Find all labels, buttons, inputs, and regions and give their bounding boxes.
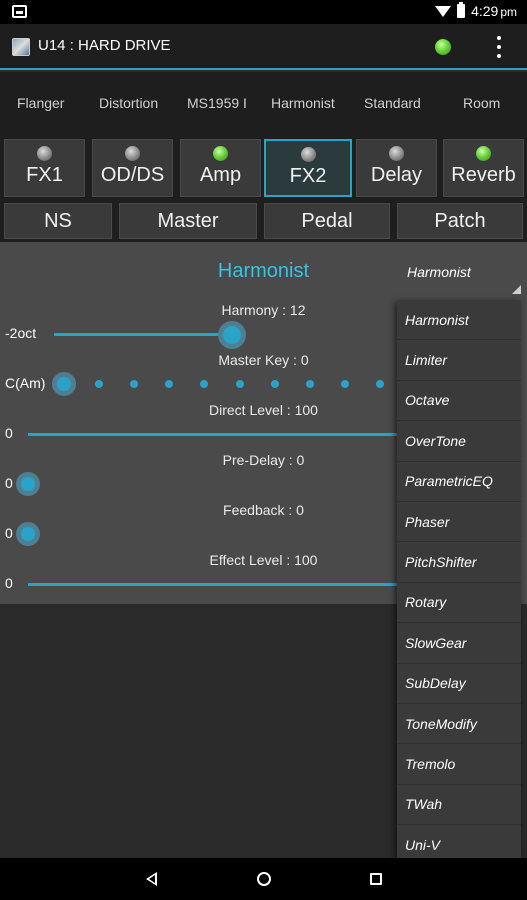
effect-type-dropdown: Harmonist Limiter Octave OverTone Parame… [397,300,521,858]
status-icons: 4:29 pm [435,2,517,19]
pre-delay-min: 0 [5,475,13,491]
option-tremolo[interactable]: Tremolo [397,744,521,785]
direct-level-min: 0 [5,425,13,441]
master-key-step [341,380,349,388]
effect-name-row: Flanger Distortion MS1959 I Harmonist St… [0,72,527,134]
led-icon [300,147,316,162]
recent-apps-icon[interactable] [370,873,382,885]
battery-icon [457,2,466,18]
master-key-step [271,380,279,388]
odds-button[interactable]: OD/DS [92,139,173,197]
led-icon [213,146,228,161]
fx1-button[interactable]: FX1 [4,139,85,197]
master-key-step [130,380,138,388]
option-rotary[interactable]: Rotary [397,583,521,624]
option-harmonist[interactable]: Harmonist [397,300,521,341]
master-key-step [306,380,314,388]
navigation-bar [0,858,527,900]
effect-name-delay: Standard [364,95,421,111]
harmony-track[interactable] [54,333,232,336]
master-key-min: C(Am) [5,375,46,391]
status-bar: 4:29 pm [0,0,527,24]
fx2-label: FX2 [289,165,327,187]
app-title: U14 : HARD DRIVE [38,37,171,54]
master-key-step [165,380,173,388]
effect-type-value: Harmonist [407,264,471,280]
fx-button-row: FX1 OD/DS Amp FX2 Delay Reverb NS Master… [0,134,527,242]
effect-name-fx1: Flanger [17,95,65,111]
home-icon[interactable] [257,872,271,886]
notification-icon [12,5,27,18]
led-icon [389,146,404,161]
amp-label: Amp [199,164,242,186]
master-button[interactable]: Master [119,203,257,239]
reverb-button[interactable]: Reverb [443,139,524,197]
odds-label: OD/DS [100,164,165,186]
reverb-label: Reverb [451,164,516,186]
option-octave[interactable]: Octave [397,381,521,422]
option-pitchshifter[interactable]: PitchShifter [397,542,521,583]
master-key-thumb[interactable] [52,372,76,396]
effect-name-fx2: Harmonist [271,95,335,111]
master-key-step [236,380,244,388]
option-phaser[interactable]: Phaser [397,502,521,543]
delay-button[interactable]: Delay [356,139,437,197]
clock: 4:29 pm [471,3,517,19]
fx2-button[interactable]: FX2 [264,139,352,197]
direct-level-track[interactable] [28,433,398,436]
option-twah[interactable]: TWah [397,785,521,826]
effect-name-odds: Distortion [99,95,159,111]
back-icon[interactable] [146,872,157,886]
ns-button[interactable]: NS [4,203,112,239]
pre-delay-thumb[interactable] [16,472,40,496]
effect-name-amp: MS1959 I [187,95,247,111]
wifi-icon [435,5,452,17]
option-limiter[interactable]: Limiter [397,340,521,381]
amp-button[interactable]: Amp [180,139,261,197]
app-bar: U14 : HARD DRIVE [0,24,527,70]
master-key-step [200,380,208,388]
option-uni-v[interactable]: Uni-V [397,825,521,858]
effect-level-track[interactable] [28,583,398,586]
option-slowgear[interactable]: SlowGear [397,623,521,664]
connection-led-icon [435,39,451,55]
option-overtone[interactable]: OverTone [397,421,521,462]
effect-type-spinner[interactable]: Harmonist [397,252,523,296]
option-parametriceq[interactable]: ParametricEQ [397,462,521,502]
effect-name-reverb: Room [463,95,501,111]
pedal-button[interactable]: Pedal [264,203,390,239]
master-key-step [376,380,384,388]
option-subdelay[interactable]: SubDelay [397,664,521,704]
effect-level-min: 0 [5,575,13,591]
harmony-min: -2oct [5,325,37,341]
fx1-label: FX1 [26,164,63,186]
overflow-menu-icon[interactable] [494,36,504,58]
app-icon [12,38,30,56]
harmony-thumb[interactable] [218,321,246,349]
patch-button[interactable]: Patch [397,203,523,239]
delay-label: Delay [370,164,423,186]
led-icon [476,146,491,161]
feedback-min: 0 [5,525,13,541]
option-tonemodify[interactable]: ToneModify [397,704,521,745]
led-icon [37,146,52,161]
feedback-thumb[interactable] [16,522,40,546]
master-key-step [95,380,103,388]
led-icon [125,146,140,161]
